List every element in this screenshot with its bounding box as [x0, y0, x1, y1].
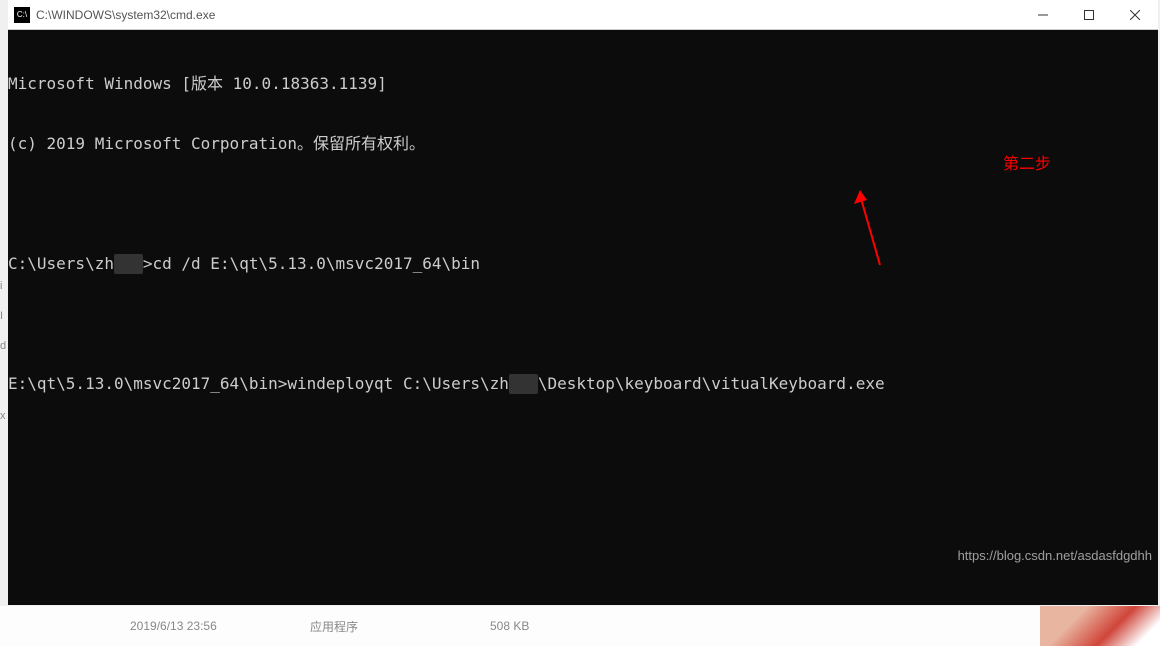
titlebar[interactable]: C:\ C:\WINDOWS\system32\cmd.exe: [8, 0, 1158, 30]
explorer-strip: 2019/6/13 23:56 应用程序 508 KB: [0, 606, 1160, 646]
redacted-text: [114, 254, 143, 274]
cmd-icon: C:\: [14, 7, 30, 23]
terminal-line: C:\Users\zh >cd /d E:\qt\5.13.0\msvc2017…: [8, 254, 1158, 274]
annotation-label: 第二步: [1003, 155, 1051, 175]
watermark-text: https://blog.csdn.net/asdasfdgdhh: [958, 548, 1152, 563]
terminal-line: [8, 194, 1158, 214]
terminal-line: Microsoft Windows [版本 10.0.18363.1139]: [8, 74, 1158, 94]
file-type: 应用程序: [310, 618, 358, 635]
window-controls: [1020, 0, 1158, 29]
cmd-window: C:\ C:\WINDOWS\system32\cmd.exe Microsof…: [8, 0, 1158, 605]
file-date: 2019/6/13 23:56: [130, 619, 217, 633]
close-button[interactable]: [1112, 0, 1158, 29]
redacted-text: [509, 374, 538, 394]
edge-char: I: [0, 310, 3, 322]
edge-char: d: [0, 340, 6, 352]
terminal-line: E:\qt\5.13.0\msvc2017_64\bin>windeployqt…: [8, 374, 1158, 394]
minimize-button[interactable]: [1020, 0, 1066, 29]
edge-char: x: [0, 410, 6, 422]
terminal-line: [8, 314, 1158, 334]
terminal-line: (c) 2019 Microsoft Corporation。保留所有权利。: [8, 134, 1158, 154]
file-size: 508 KB: [490, 619, 529, 633]
window-title: C:\WINDOWS\system32\cmd.exe: [36, 8, 1020, 22]
edge-char: i: [0, 280, 2, 292]
corner-image: [1040, 606, 1160, 646]
maximize-button[interactable]: [1066, 0, 1112, 29]
terminal-output[interactable]: Microsoft Windows [版本 10.0.18363.1139] (…: [8, 30, 1158, 605]
